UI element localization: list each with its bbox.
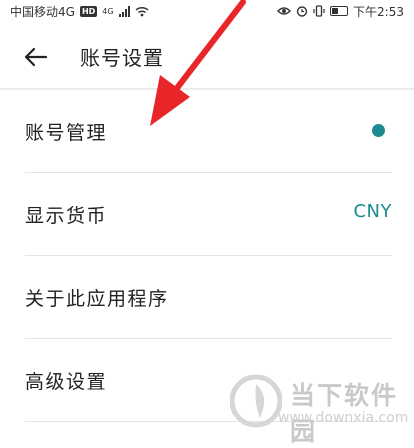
status-time: 下午2:53 [353, 4, 404, 19]
carrier-label: 中国移动4G [10, 4, 75, 19]
hd-badge: HD [79, 5, 98, 17]
eye-icon [277, 7, 292, 15]
setting-label: 显示货币 [25, 205, 108, 227]
arrow-left-icon[interactable] [24, 47, 48, 67]
vibrate-icon [313, 5, 325, 17]
status-bar: 中国移动4G HD 4G 下午2:53 [0, 0, 414, 22]
signal-icon [118, 5, 130, 17]
network-type: 4G [102, 6, 114, 16]
battery-icon [330, 6, 349, 16]
watermark-logo-icon [230, 374, 282, 428]
setting-label: 高级设置 [25, 371, 108, 393]
setting-label: 账号管理 [25, 122, 108, 144]
alarm-icon [296, 6, 308, 17]
setting-account-management[interactable]: 账号管理 [0, 90, 414, 173]
watermark-url: www.downxia.com [278, 410, 409, 426]
setting-about-app[interactable]: 关于此应用程序 [0, 256, 414, 339]
setting-label: 关于此应用程序 [25, 288, 169, 310]
watermark: 当下软件园 www.downxia.com [228, 370, 414, 446]
app-bar: 账号设置 [0, 32, 414, 82]
status-dot-indicator [372, 124, 385, 137]
currency-value: CNY [353, 201, 392, 222]
wifi-icon [135, 6, 149, 16]
page-title: 账号设置 [80, 46, 164, 70]
setting-display-currency[interactable]: 显示货币 CNY [0, 173, 414, 256]
